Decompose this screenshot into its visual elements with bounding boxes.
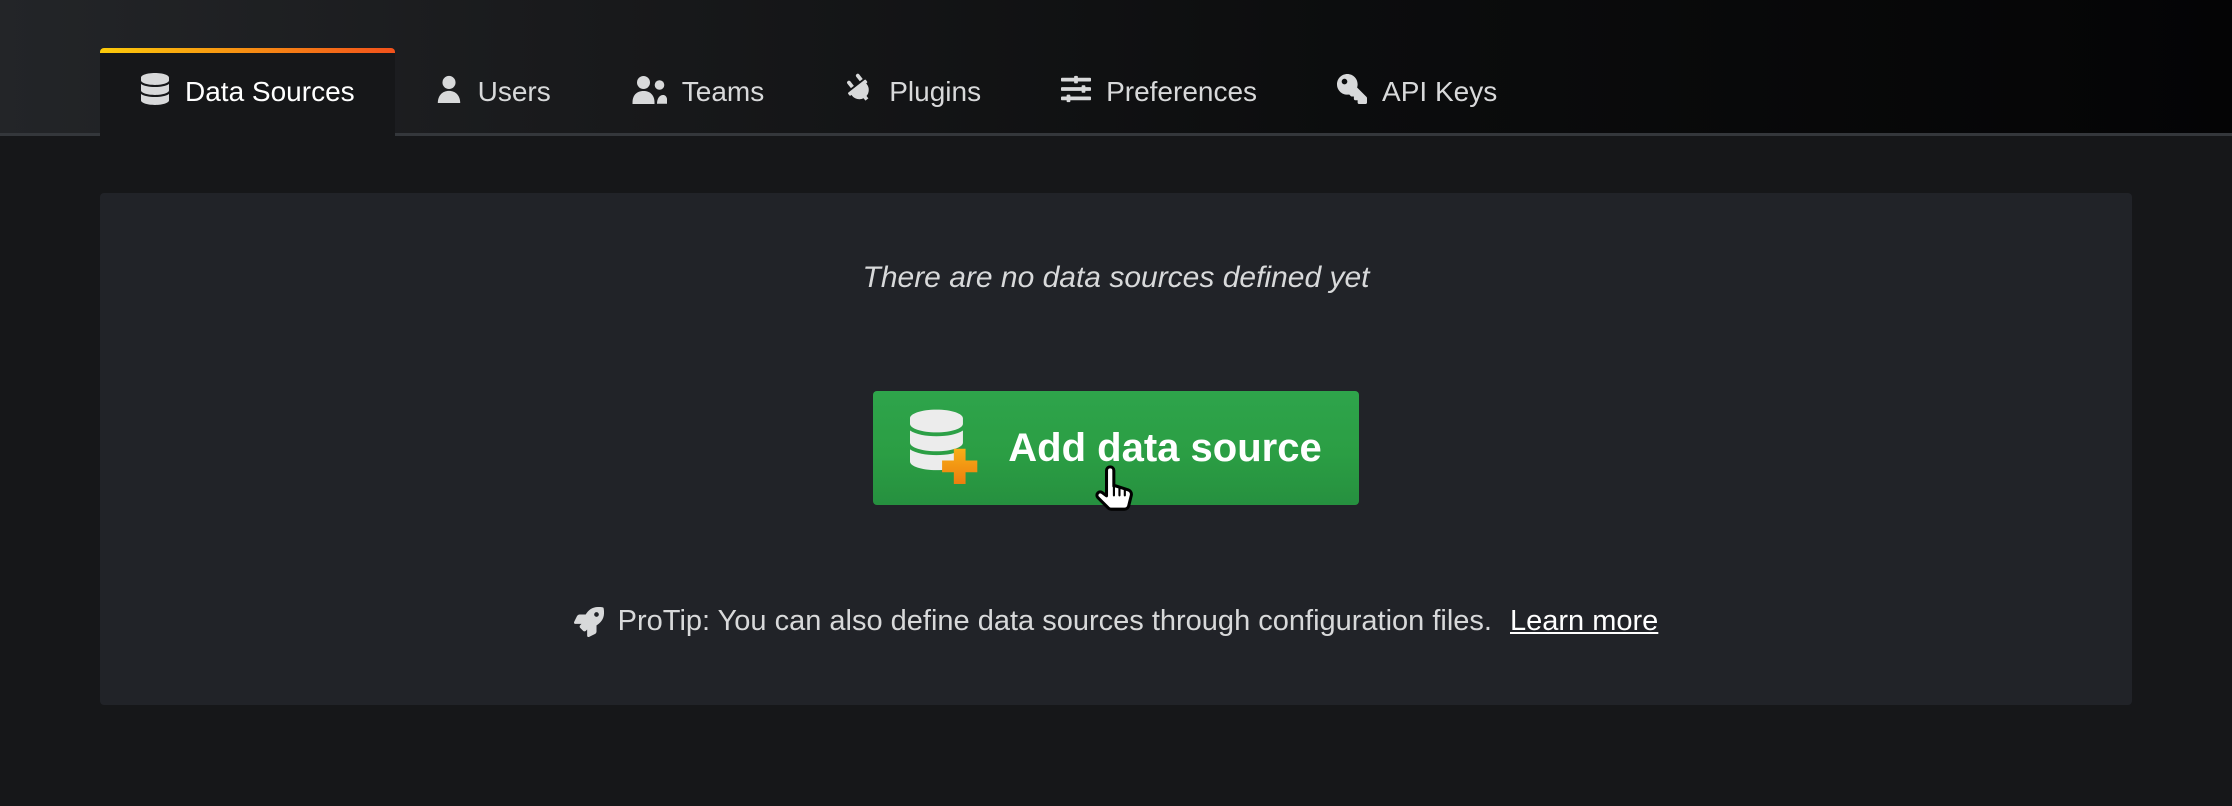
protip-text: ProTip: You can also define data sources… <box>618 605 1492 638</box>
add-button-label: Add data source <box>1008 426 1321 471</box>
key-icon <box>1337 74 1367 111</box>
config-tabs: Data Sources Users Teams Plugins Prefere <box>100 48 1537 136</box>
page-content: There are no data sources defined yet <box>0 136 2232 705</box>
database-plus-icon <box>910 409 982 487</box>
user-icon <box>435 74 463 111</box>
tab-api-keys[interactable]: API Keys <box>1297 48 1537 136</box>
tab-label: Teams <box>682 76 764 108</box>
tab-label: Preferences <box>1106 76 1257 108</box>
tab-teams[interactable]: Teams <box>591 48 804 136</box>
tab-label: API Keys <box>1382 76 1497 108</box>
learn-more-link[interactable]: Learn more <box>1510 605 1658 638</box>
empty-state-message: There are no data sources defined yet <box>863 261 1370 295</box>
tab-preferences[interactable]: Preferences <box>1021 48 1297 136</box>
tab-users[interactable]: Users <box>395 48 591 136</box>
tab-data-sources[interactable]: Data Sources <box>100 48 395 136</box>
empty-datasources-card: There are no data sources defined yet <box>100 193 2132 705</box>
tab-label: Users <box>478 76 551 108</box>
tab-label: Plugins <box>889 76 981 108</box>
rocket-icon <box>574 607 618 637</box>
protip-row: ProTip: You can also define data sources… <box>574 605 1659 638</box>
database-icon <box>140 73 170 112</box>
sliders-icon <box>1061 74 1091 111</box>
add-data-source-button[interactable]: Add data source <box>873 391 1359 505</box>
plug-icon <box>844 73 874 112</box>
tab-plugins[interactable]: Plugins <box>804 48 1021 136</box>
users-icon <box>631 74 667 111</box>
page-header: Data Sources Users Teams Plugins Prefere <box>0 0 2232 136</box>
tab-label: Data Sources <box>185 76 355 108</box>
